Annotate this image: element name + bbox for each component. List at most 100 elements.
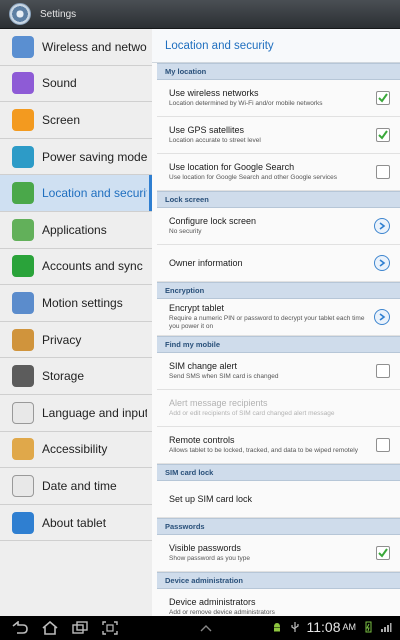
sidebar-item-label: Applications: [42, 222, 107, 237]
language-icon: [12, 401, 34, 424]
setting-row-configure-lock-screen[interactable]: Configure lock screen No security: [157, 208, 400, 245]
section-header: Device administration: [157, 572, 400, 589]
setting-row-sim-change-alert[interactable]: SIM change alert Send SMS when SIM card i…: [157, 353, 400, 390]
setting-summary: Show password as you type: [169, 555, 250, 562]
setting-text: Use location for Google Search Use locati…: [169, 162, 376, 182]
sidebar-item-about-tablet[interactable]: About tablet: [0, 505, 152, 542]
location-icon: [12, 182, 34, 205]
expand-arrow-button[interactable]: [194, 619, 218, 637]
setting-title: Use GPS satellites: [169, 125, 245, 135]
sidebar-item-location-and-security[interactable]: Location and security: [0, 175, 152, 212]
setting-row-use-gps-satellites[interactable]: Use GPS satellites Location accurate to s…: [157, 117, 400, 154]
setting-text: Configure lock screen No security: [169, 216, 374, 236]
setting-title: Remote controls: [169, 435, 235, 445]
sidebar-item-label: Motion settings: [42, 295, 123, 310]
section-header: My location: [157, 63, 400, 80]
setting-title: Owner information: [169, 258, 243, 268]
chevron-up-icon: [200, 625, 212, 632]
recent-apps-button[interactable]: [68, 619, 92, 637]
setting-row-alert-message-recipients: Alert message recipients Add or edit reci…: [157, 390, 400, 427]
sidebar-item-screen[interactable]: Screen: [0, 102, 152, 139]
setting-row-device-administrators[interactable]: Device administrators Add or remove devic…: [157, 589, 400, 616]
setting-summary: Add or remove device administrators: [169, 609, 275, 616]
clock-time: 11:08: [306, 619, 341, 635]
home-button[interactable]: [38, 619, 62, 637]
sound-icon: [12, 72, 34, 95]
chevron-right-icon[interactable]: [374, 309, 390, 325]
sidebar-item-privacy[interactable]: Privacy: [0, 322, 152, 359]
checkbox-unchecked[interactable]: [376, 165, 390, 179]
setting-title: Visible passwords: [169, 543, 241, 553]
setting-title: SIM change alert: [169, 361, 238, 371]
setting-text: Device administrators Add or remove devic…: [169, 597, 390, 616]
sidebar-item-sound[interactable]: Sound: [0, 66, 152, 103]
sidebar-item-storage[interactable]: Storage: [0, 358, 152, 395]
setting-text: Set up SIM card lock: [169, 494, 390, 504]
sidebar-item-accounts-and-sync[interactable]: Accounts and sync: [0, 249, 152, 286]
setting-summary: Send SMS when SIM card is changed: [169, 373, 279, 380]
setting-row-visible-passwords[interactable]: Visible passwords Show password as you ty…: [157, 535, 400, 572]
setting-summary: Location determined by Wi-Fi and/or mobi…: [169, 100, 323, 107]
section-header: SIM card lock: [157, 464, 400, 481]
page-title: Location and security: [152, 29, 400, 63]
signal-icon: [381, 623, 392, 632]
setting-title: Encrypt tablet: [169, 303, 225, 313]
section-header: Find my mobile: [157, 336, 400, 353]
checkbox-checked[interactable]: [376, 128, 390, 142]
setting-row-remote-controls[interactable]: Remote controls Allows tablet to be locke…: [157, 427, 400, 464]
setting-row-owner-information[interactable]: Owner information: [157, 245, 400, 282]
checkbox-unchecked[interactable]: [376, 438, 390, 452]
setting-summary: Add or edit recipients of SIM card chang…: [169, 410, 335, 417]
setting-text: Owner information: [169, 258, 374, 268]
setting-row-use-location-for-google-search[interactable]: Use location for Google Search Use locati…: [157, 154, 400, 191]
sidebar-item-label: Language and input: [42, 405, 147, 420]
sidebar-item-applications[interactable]: Applications: [0, 212, 152, 249]
settings-detail-pane: Location and security My location Use wir…: [152, 29, 400, 616]
back-icon: [12, 621, 28, 634]
checkbox-checked[interactable]: [376, 546, 390, 560]
setting-summary: Use location for Google Search and other…: [169, 174, 338, 181]
checkbox-checked[interactable]: [376, 91, 390, 105]
status-tray[interactable]: 11:08 AM: [271, 619, 393, 635]
sidebar-item-label: Power saving mode: [42, 149, 147, 164]
wireless-icon: [12, 35, 34, 58]
motion-icon: [12, 291, 34, 314]
sidebar-item-motion-settings[interactable]: Motion settings: [0, 285, 152, 322]
sync-icon: [12, 255, 34, 278]
setting-text: Alert message recipients Add or edit reci…: [169, 398, 390, 418]
sidebar-item-power-saving-mode[interactable]: Power saving mode: [0, 139, 152, 176]
setting-row-set-up-sim-card-lock[interactable]: Set up SIM card lock: [157, 481, 400, 518]
sidebar-item-label: Screen: [42, 112, 81, 127]
screenshot-button[interactable]: [98, 619, 122, 637]
sidebar-item-language-and-input[interactable]: Language and input: [0, 395, 152, 432]
sidebar-item-accessibility[interactable]: Accessibility: [0, 432, 152, 469]
title-bar: Settings: [0, 0, 400, 29]
settings-gear-icon: [9, 3, 31, 25]
sidebar-item-label: Date and time: [42, 478, 117, 493]
clock-icon: [12, 474, 34, 497]
app-title: Settings: [40, 8, 77, 20]
setting-row-encrypt-tablet[interactable]: Encrypt tablet Require a numeric PIN or p…: [157, 299, 400, 336]
section-header: Lock screen: [157, 191, 400, 208]
setting-text: Encrypt tablet Require a numeric PIN or p…: [169, 303, 374, 331]
sidebar-item-label: Storage: [42, 369, 85, 384]
sidebar-item-label: Location and security: [42, 186, 147, 201]
setting-row-use-wireless-networks[interactable]: Use wireless networks Location determined…: [157, 80, 400, 117]
system-navigation-bar: 11:08 AM: [0, 616, 400, 640]
info-icon: [12, 511, 34, 534]
checkbox-unchecked[interactable]: [376, 364, 390, 378]
sidebar-item-wireless-and-network[interactable]: Wireless and network: [0, 29, 152, 66]
chevron-right-icon[interactable]: [374, 218, 390, 234]
setting-summary: No security: [169, 228, 202, 235]
screen-icon: [12, 108, 34, 131]
sidebar-item-date-and-time[interactable]: Date and time: [0, 468, 152, 505]
back-button[interactable]: [8, 619, 32, 637]
setting-title: Alert message recipients: [169, 398, 268, 408]
setting-text: Remote controls Allows tablet to be locke…: [169, 435, 376, 455]
privacy-icon: [12, 328, 34, 351]
home-icon: [42, 621, 58, 635]
section-header: Passwords: [157, 518, 400, 535]
setting-summary: Location accurate to street level: [169, 137, 261, 144]
chevron-right-icon[interactable]: [374, 255, 390, 271]
sidebar-item-label: Accessibility: [42, 442, 108, 457]
